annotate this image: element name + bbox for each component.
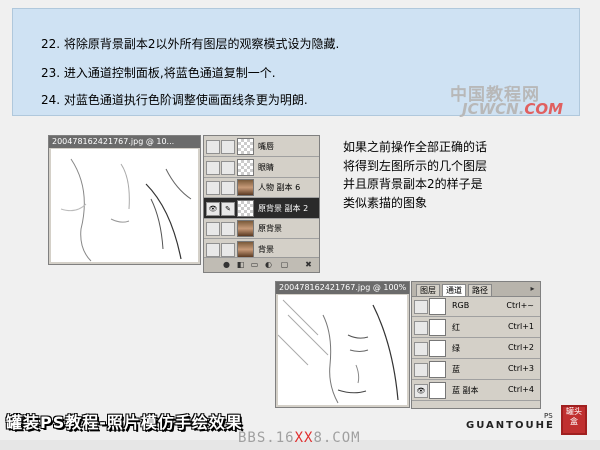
sketch-image (278, 299, 399, 404)
footer-bbs-part: 8.COM (313, 430, 361, 446)
sketch-canvas[interactable] (278, 295, 407, 405)
footer-seal: 罐头盒 (561, 405, 587, 435)
layer-name: 眼睛 (258, 162, 274, 172)
instruction-step-23: 23. 进入通道控制面板,将蓝色通道复制一个. (41, 66, 276, 80)
mask-icon[interactable]: ◧ (236, 261, 245, 269)
channel-thumbnail[interactable] (429, 361, 446, 378)
channel-name: 蓝 (452, 365, 460, 374)
channel-shortcut: Ctrl+~ (506, 301, 534, 310)
channel-thumbnail[interactable] (429, 319, 446, 336)
channel-thumbnail[interactable] (429, 382, 446, 399)
footer-brand: GUANTOUHE (466, 420, 555, 431)
eye-icon[interactable] (414, 300, 428, 314)
footer-bbs-part: BBS. (238, 430, 276, 446)
panel-menu-icon[interactable]: ▸ (528, 285, 537, 293)
layer-thumbnail[interactable] (237, 138, 254, 155)
panel-tab-bar: 图层 通道 路径 ▸ (412, 282, 540, 297)
footer-bbs-url: BBS.16XX8.COM (238, 430, 361, 446)
footer-title: 罐装PS教程-照片模仿手绘效果 (6, 413, 243, 432)
channel-name: 绿 (452, 344, 460, 353)
layer-name: 嘴唇 (258, 142, 274, 151)
channel-row[interactable]: RGB Ctrl+~ (412, 296, 540, 317)
document-window-2[interactable]: 200478162421767.jpg @ 100% (蓝 副本) (275, 281, 410, 408)
eye-icon[interactable] (414, 342, 428, 356)
footer-brand-ps: PS (544, 412, 553, 420)
eye-icon[interactable]: 👁 (206, 201, 220, 216)
channel-shortcut: Ctrl+3 (507, 364, 534, 373)
eye-icon[interactable] (414, 363, 428, 377)
document-title[interactable]: 200478162421767.jpg @ 100% (蓝 副本) (276, 282, 409, 294)
channel-shortcut: Ctrl+1 (507, 322, 534, 331)
footer-bbs-part: 16 (275, 430, 295, 446)
tab-channels[interactable]: 通道 (442, 284, 466, 296)
eye-icon[interactable] (414, 321, 428, 335)
channel-name: RGB (452, 301, 470, 310)
document-title[interactable]: 200478162421767.jpg @ 10... (49, 136, 200, 148)
layer-thumbnail[interactable] (237, 158, 254, 176)
watermark-url-suffix: COM (524, 100, 564, 118)
layer-name: 人物 副本 6 (258, 183, 301, 192)
note-line: 如果之前操作全部正确的话 (343, 140, 488, 154)
new-layer-icon[interactable]: ▢ (280, 261, 289, 269)
note-line: 类似素描的图象 (343, 195, 428, 210)
eye-icon[interactable] (206, 242, 220, 257)
layer-thumbnail[interactable] (237, 240, 254, 258)
channel-row[interactable]: 绿 Ctrl+2 (412, 338, 540, 359)
eye-icon[interactable] (206, 140, 220, 154)
channel-name: 蓝 副本 (452, 386, 479, 395)
brush-link-icon[interactable]: ✎ (221, 201, 235, 216)
layer-row[interactable]: 眼睛 (204, 157, 319, 178)
watermark-url-part: JCWCN. (462, 100, 525, 118)
adjustment-layer-icon[interactable]: ◐ (264, 261, 273, 269)
channel-thumbnail[interactable] (429, 340, 446, 357)
tab-layers[interactable]: 图层 (416, 284, 440, 296)
layer-name: 原背景 (258, 224, 282, 233)
brush-link-icon[interactable] (221, 242, 235, 257)
channels-panel[interactable]: 图层 通道 路径 ▸ RGB Ctrl+~ 红 Ctrl+1 绿 Ctrl+2 蓝 Ctrl+… (411, 281, 541, 409)
channel-row[interactable]: 👁 蓝 副本 Ctrl+4 (412, 380, 540, 401)
channel-row[interactable]: 蓝 Ctrl+3 (412, 359, 540, 380)
note-line: 将得到左图所示的几个图层 (343, 158, 488, 173)
brush-link-icon[interactable] (221, 140, 235, 154)
layer-thumbnail[interactable] (237, 220, 254, 237)
eye-icon[interactable] (206, 222, 220, 236)
eye-icon[interactable]: 👁 (414, 384, 428, 398)
channel-thumbnail[interactable] (429, 298, 446, 315)
delete-layer-icon[interactable]: ✖ (304, 261, 313, 269)
brush-link-icon[interactable] (221, 222, 235, 236)
instruction-step-22: 22. 将除原背景副本2以外所有图层的观察模式设为隐藏. (41, 37, 340, 51)
channel-shortcut: Ctrl+2 (507, 343, 534, 352)
layer-thumbnail[interactable] (237, 179, 254, 196)
sketch-image (60, 158, 192, 262)
note-line: 并且原背景副本2的样子是 (343, 177, 483, 191)
brush-link-icon[interactable] (221, 181, 235, 195)
sketch-canvas[interactable] (51, 149, 198, 262)
channel-row[interactable]: 红 Ctrl+1 (412, 317, 540, 338)
layers-panel-toolbar: ● ◧ ▭ ◐ ▢ ✖ (204, 257, 319, 272)
layer-name: 背景 (258, 244, 274, 254)
layer-row[interactable]: 嘴唇 (204, 136, 319, 157)
brush-link-icon[interactable] (221, 160, 235, 175)
document-window-1[interactable]: 200478162421767.jpg @ 10... (48, 135, 201, 265)
channel-name: 红 (452, 323, 460, 332)
instruction-step-24: 24. 对蓝色通道执行色阶调整使画面线条更为明朗. (41, 93, 308, 107)
layers-panel[interactable]: 嘴唇眼睛人物 副本 6 👁 ✎ 原背景 副本 2 原背景背景 ● ◧ ▭ ◐ ▢ ✖ (203, 135, 320, 273)
watermark-logo-url: JCWCN.COM (462, 100, 563, 118)
tab-paths[interactable]: 路径 (468, 284, 492, 296)
explanation-note: 如果之前操作全部正确的话 将得到左图所示的几个图层 并且原背景副本2的样子是 类… (343, 138, 487, 212)
eye-icon[interactable] (206, 160, 220, 175)
channel-shortcut: Ctrl+4 (507, 385, 534, 394)
layer-row[interactable]: 原背景 (204, 218, 319, 239)
layer-thumbnail[interactable] (237, 199, 254, 217)
layer-style-icon[interactable]: ● (222, 261, 231, 269)
layer-row[interactable]: 👁 ✎ 原背景 副本 2 (204, 197, 319, 219)
eye-icon[interactable] (206, 181, 220, 195)
layer-row[interactable]: 人物 副本 6 (204, 177, 319, 198)
footer-bbs-part: XX (294, 430, 314, 446)
layer-name: 原背景 副本 2 (258, 203, 309, 213)
layer-set-icon[interactable]: ▭ (250, 261, 259, 269)
